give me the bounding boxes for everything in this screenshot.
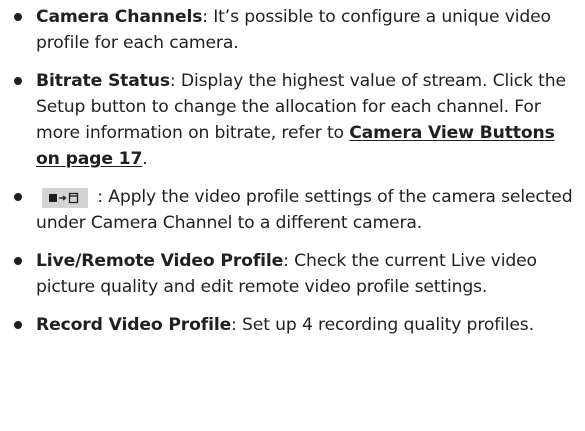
list-item-copy-profile: : Apply the video profile settings of th… <box>14 184 575 236</box>
term-bitrate-status: Bitrate Status <box>36 71 170 91</box>
copy-profile-button[interactable] <box>42 188 88 208</box>
bullet-icon <box>14 77 22 85</box>
list-item-live-remote-video-profile: Live/Remote Video Profile: Check the cur… <box>14 248 575 300</box>
bullet-icon <box>14 321 22 329</box>
bullet-icon <box>14 257 22 265</box>
bullet-icon <box>14 13 22 21</box>
list-item-camera-channels: Camera Channels: It’s possible to config… <box>14 4 575 56</box>
bullet-icon <box>14 193 22 201</box>
sentence-end: . <box>142 149 148 169</box>
list-item-record-video-profile: Record Video Profile: Set up 4 recording… <box>14 312 575 338</box>
list-item-bitrate-status: Bitrate Status: Display the highest valu… <box>14 68 575 172</box>
term-camera-channels: Camera Channels <box>36 7 203 27</box>
term-live-remote-video-profile: Live/Remote Video Profile <box>36 251 284 271</box>
description-copy-profile: : Apply the video profile settings of th… <box>36 187 573 233</box>
description-record-video-profile: : Set up 4 recording quality profiles. <box>231 315 534 335</box>
feature-list: Camera Channels: It’s possible to config… <box>14 4 575 338</box>
term-record-video-profile: Record Video Profile <box>36 315 232 335</box>
copy-profile-icon <box>49 192 79 204</box>
document-page: Camera Channels: It’s possible to config… <box>0 0 585 431</box>
